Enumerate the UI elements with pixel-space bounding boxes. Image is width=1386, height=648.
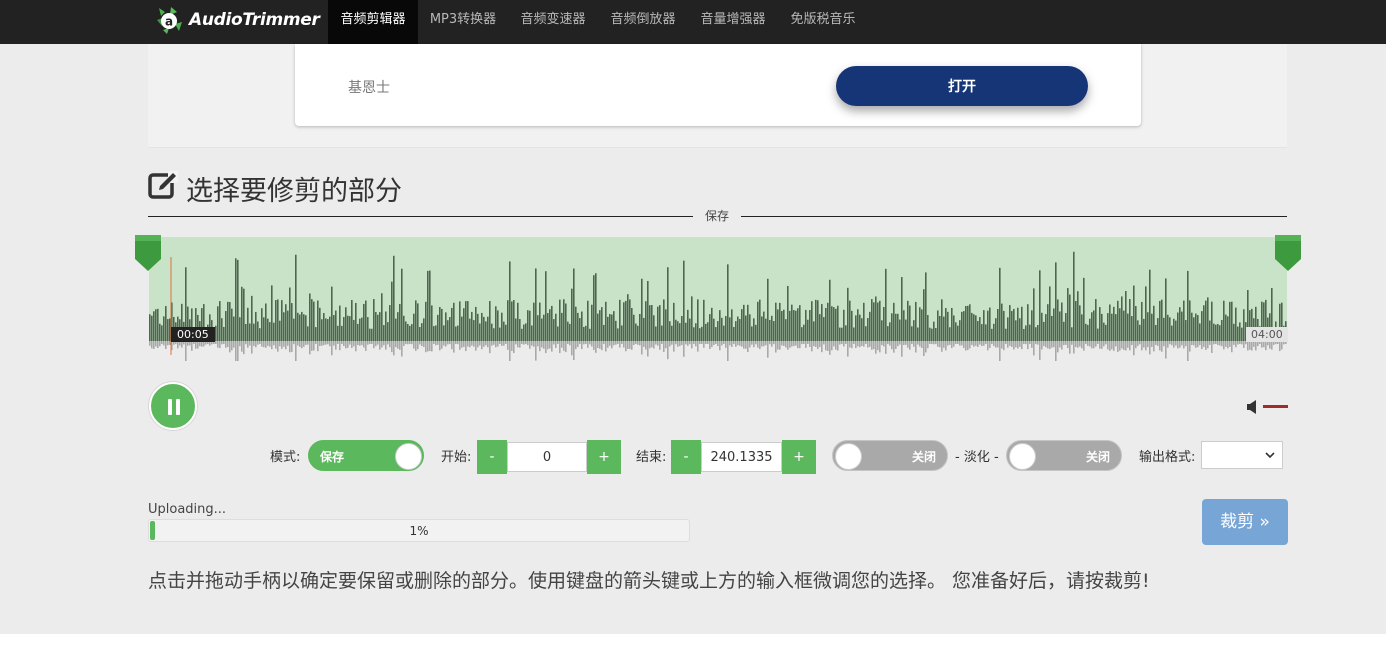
mode-toggle-text: 保存 (320, 450, 345, 464)
fade-in-toggle-text: 关闭 (912, 450, 937, 464)
fade-out-toggle-text: 关闭 (1086, 450, 1111, 464)
nav-item-audio-reverser[interactable]: 音频倒放器 (598, 0, 688, 44)
nav-item-royalty-free-music[interactable]: 免版税音乐 (778, 0, 868, 44)
start-decrement-button[interactable]: - (477, 440, 507, 474)
open-file-button[interactable]: 打开 (836, 66, 1088, 106)
end-increment-button[interactable]: + (782, 440, 816, 474)
start-label: 开始: (441, 450, 472, 465)
output-format-label: 输出格式: (1139, 450, 1196, 465)
end-time-input[interactable] (701, 442, 782, 472)
waveform[interactable] (149, 237, 1287, 363)
mode-divider-label: 保存 (704, 209, 729, 223)
mode-toggle-knob (395, 443, 422, 470)
upload-progress-text: 1% (409, 524, 429, 538)
end-handle-icon[interactable] (1275, 235, 1301, 271)
nav-item-mp3-converter[interactable]: MP3转换器 (418, 0, 508, 44)
upload-status: Uploading... (148, 502, 227, 517)
brand-logo[interactable]: a AudioTrimmer (155, 4, 320, 36)
section-title: 选择要修剪的部分 (186, 175, 402, 207)
volume-control[interactable] (1246, 399, 1290, 415)
divider-left (148, 216, 693, 217)
svg-text:a: a (165, 15, 173, 29)
chevron-down-icon (1265, 452, 1275, 459)
fade-out-toggle-knob (1009, 443, 1036, 470)
mode-toggle[interactable]: 保存 (308, 440, 424, 471)
file-card: 基恩士 打开 (295, 44, 1141, 126)
end-decrement-button[interactable]: - (671, 440, 701, 474)
end-label: 结束: (636, 450, 667, 465)
instructions-text: 点击并拖动手柄以确定要保留或删除的部分。使用键盘的箭头键或上方的输入框微调您的选… (148, 570, 1150, 592)
cut-button[interactable]: 裁剪 » (1202, 499, 1288, 545)
fade-in-toggle[interactable]: 关闭 (832, 440, 948, 471)
logo-icon: a (155, 6, 183, 34)
volume-icon (1247, 400, 1256, 414)
output-format-select[interactable] (1201, 441, 1283, 469)
edit-icon (148, 171, 178, 205)
nav-item-volume-booster[interactable]: 音量增强器 (688, 0, 778, 44)
end-time-label: 04:00 (1246, 327, 1288, 342)
fade-label: - 淡化 - (955, 450, 999, 465)
start-increment-button[interactable]: + (587, 440, 621, 474)
nav-item-speed-changer[interactable]: 音频变速器 (508, 0, 598, 44)
upload-progress-bar: 1% (148, 519, 690, 542)
brand-name: AudioTrimmer (189, 10, 320, 30)
section-header: 选择要修剪的部分 (148, 170, 402, 207)
start-time-input[interactable] (507, 442, 587, 472)
nav-item-audio-cutter[interactable]: 音频剪辑器 (328, 0, 418, 44)
page: a AudioTrimmer 音频剪辑器 MP3转换器 音频变速器 音频倒放器 … (0, 0, 1386, 648)
fade-out-toggle[interactable]: 关闭 (1006, 440, 1122, 471)
mode-label: 模式: (270, 450, 301, 465)
fade-in-toggle-knob (835, 443, 862, 470)
top-navbar: a AudioTrimmer 音频剪辑器 MP3转换器 音频变速器 音频倒放器 … (0, 0, 1386, 44)
start-handle-icon[interactable] (135, 235, 161, 271)
file-name: 基恩士 (348, 80, 390, 96)
current-time-label: 00:05 (171, 327, 215, 342)
volume-slider (1263, 405, 1288, 408)
divider-right (741, 216, 1287, 217)
pause-button[interactable] (149, 382, 197, 430)
